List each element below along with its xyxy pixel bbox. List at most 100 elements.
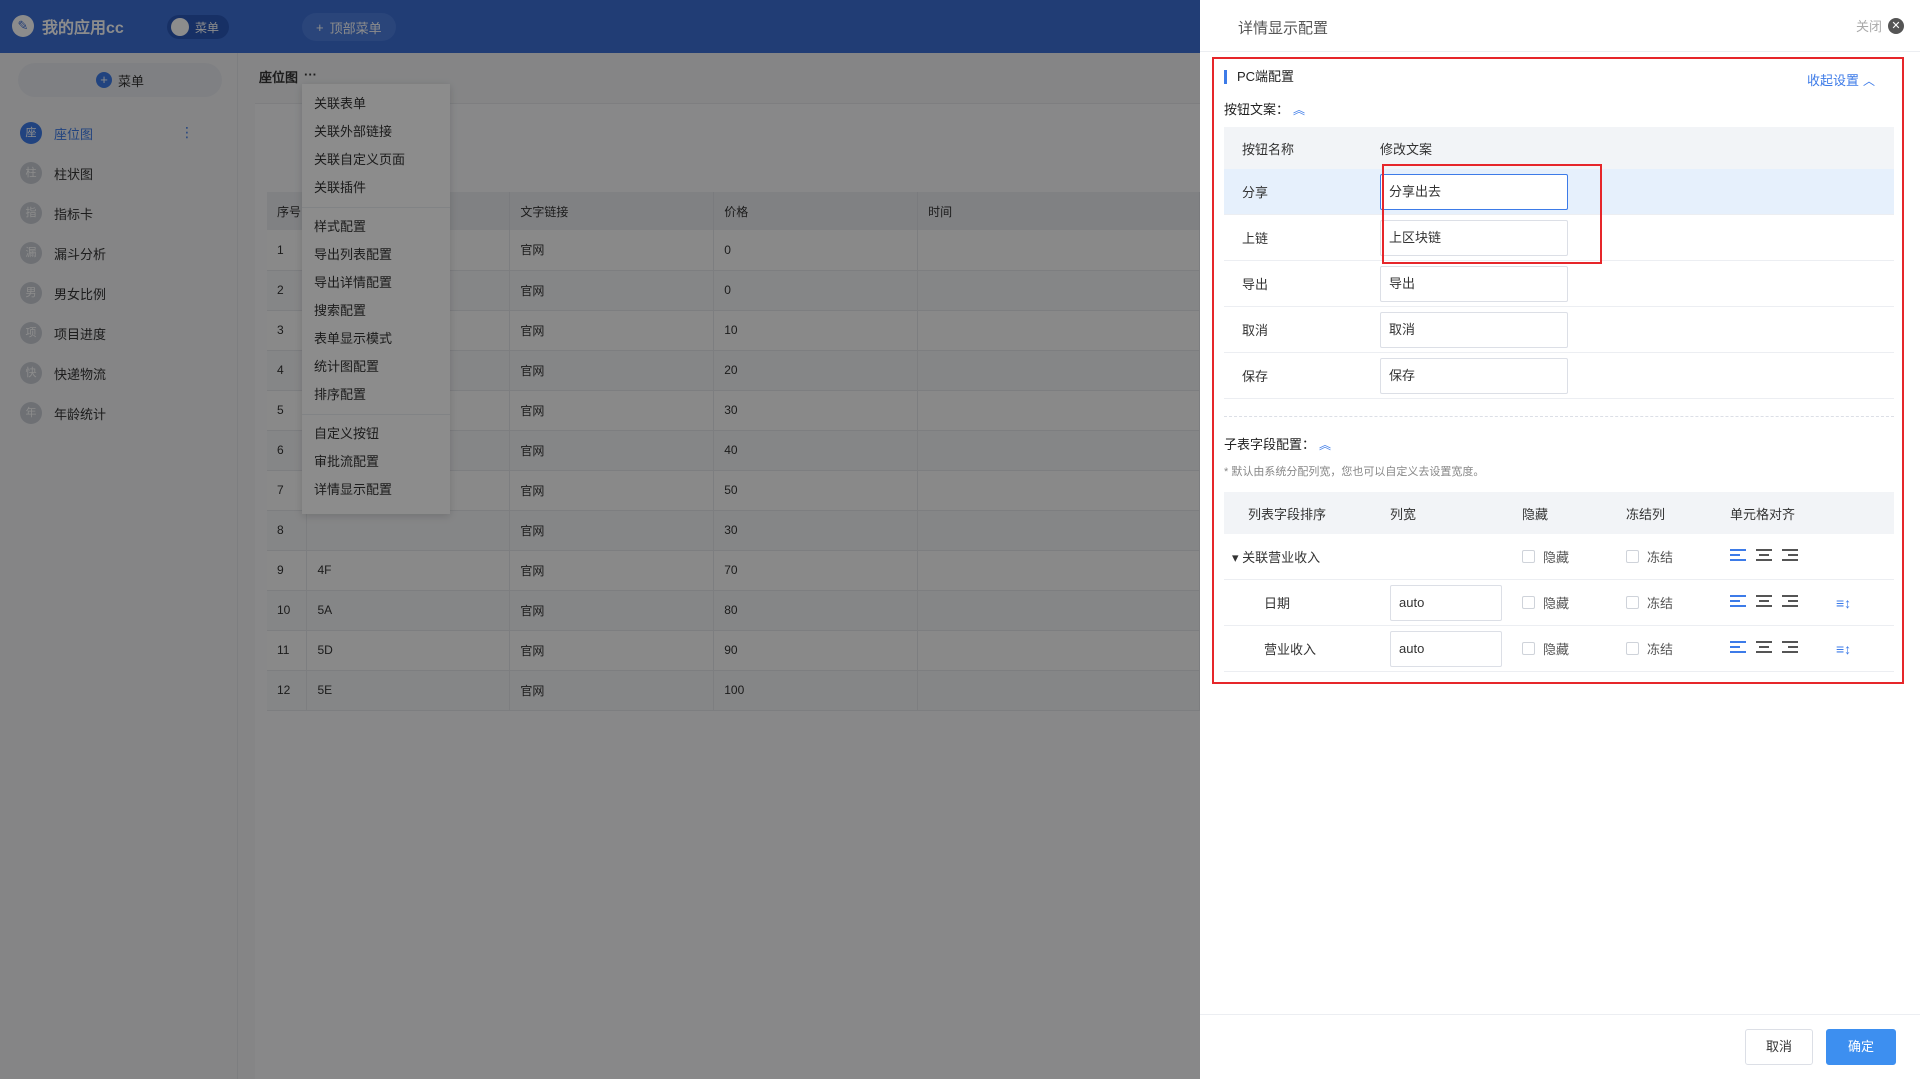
align-right-icon[interactable] [1782, 595, 1798, 607]
checkbox-label: 隐藏 [1543, 642, 1570, 657]
width-cell: auto [1390, 584, 1522, 621]
drawer-title: 详情显示配置 [1238, 20, 1329, 37]
sub-field-grid: 列表字段排序 列宽 隐藏 冻结列 单元格对齐 ▾ 关联营业收入 隐藏 冻结 日期 auto 隐藏冻… [1224, 492, 1894, 672]
checkbox-label: 冻结 [1647, 550, 1674, 565]
sub-header-cell: 列表字段排序 [1248, 506, 1327, 522]
close-icon: ✕ [1888, 17, 1904, 34]
checkbox-label: 隐藏 [1543, 596, 1570, 611]
checkbox[interactable] [1626, 550, 1639, 563]
field-name-cell: 日期 [1224, 593, 1390, 612]
sub-field-label[interactable]: 子表字段配置： ︽ [1224, 434, 1331, 453]
hide-checkbox[interactable]: 隐藏 [1522, 593, 1569, 612]
sub-field-parent-row: ▾ 关联营业收入 隐藏 冻结 [1224, 534, 1894, 580]
sort-cell: ≡↕ [1836, 595, 1894, 611]
section-title-pc: PC端配置 [1224, 70, 1294, 84]
drawer-footer: 取消 确定 [1200, 1014, 1920, 1079]
freeze-checkbox[interactable]: 冻结 [1626, 639, 1673, 658]
hide-cell: 隐藏 [1522, 639, 1626, 658]
checkbox-label: 隐藏 [1543, 550, 1570, 565]
header-edit-text: 修改文案 [1380, 141, 1433, 157]
caret-down-icon[interactable]: ▾ [1232, 550, 1242, 565]
field-name-cell: ▾ 关联营业收入 [1224, 547, 1390, 566]
align-left-icon[interactable] [1730, 641, 1746, 653]
sub-header-cell: 冻结列 [1626, 506, 1666, 522]
checkbox[interactable] [1522, 550, 1535, 563]
button-text-input[interactable]: 取消 [1380, 311, 1568, 348]
close-label: 关闭 [1855, 19, 1882, 34]
sub-grid-header: 列表字段排序 列宽 隐藏 冻结列 单元格对齐 [1224, 492, 1894, 534]
section-divider [1224, 416, 1894, 417]
button-text-row: 保存 保存 [1224, 353, 1894, 399]
drawer-header: 详情显示配置 关闭 ✕ [1200, 0, 1920, 52]
sub-header-cell: 单元格对齐 [1730, 506, 1796, 522]
sub-field-note: * 默认由系统分配列宽，您也可以自定义去设置宽度。 [1224, 466, 1485, 478]
freeze-cell: 冻结 [1626, 639, 1730, 658]
confirm-button[interactable]: 确定 [1826, 1029, 1896, 1065]
sort-icon[interactable]: ≡↕ [1836, 595, 1851, 611]
hide-checkbox[interactable]: 隐藏 [1522, 639, 1569, 658]
sort-cell: ≡↕ [1836, 641, 1894, 657]
cancel-button[interactable]: 取消 [1745, 1029, 1813, 1065]
chevron-up-icon: ︿ [1863, 74, 1876, 88]
field-name: 日期 [1264, 596, 1291, 611]
chevron-up-icon: ︽ [1293, 103, 1306, 117]
checkbox[interactable] [1522, 642, 1535, 655]
sub-field-title: 子表字段配置： [1224, 437, 1316, 452]
width-cell: auto [1390, 630, 1522, 667]
collapse-settings-link[interactable]: 收起设置 ︿ [1807, 70, 1875, 89]
checkbox[interactable] [1522, 596, 1535, 609]
align-center-icon[interactable] [1756, 595, 1772, 607]
checkbox[interactable] [1626, 596, 1639, 609]
detail-config-drawer: 详情显示配置 关闭 ✕ PC端配置 收起设置 ︿ 按钮文案： ︽ 按钮名称 修改文案… [1200, 0, 1920, 1079]
freeze-checkbox[interactable]: 冻结 [1626, 547, 1673, 566]
align-center-icon[interactable] [1756, 549, 1772, 561]
checkbox[interactable] [1626, 642, 1639, 655]
align-center-icon[interactable] [1756, 641, 1772, 653]
button-text-label[interactable]: 按钮文案： ︽ [1224, 99, 1305, 118]
align-cell [1730, 641, 1836, 656]
button-name: 保存 [1242, 369, 1269, 384]
align-cell [1730, 595, 1836, 610]
align-left-icon[interactable] [1730, 549, 1746, 561]
sub-field-row: 营业收入 auto 隐藏 冻结 ≡↕ [1224, 626, 1894, 672]
align-left-icon[interactable] [1730, 595, 1746, 607]
sub-header-cell: 列宽 [1390, 506, 1417, 522]
align-right-icon[interactable] [1782, 641, 1798, 653]
field-name-cell: 营业收入 [1224, 639, 1390, 658]
alignment-group [1730, 549, 1798, 561]
sort-icon[interactable]: ≡↕ [1836, 641, 1851, 657]
button-name: 导出 [1242, 277, 1269, 292]
header-button-name: 按钮名称 [1242, 141, 1295, 157]
checkbox-label: 冻结 [1647, 642, 1674, 657]
checkbox-label: 冻结 [1647, 596, 1674, 611]
button-name: 上链 [1242, 231, 1269, 246]
field-name: 关联营业收入 [1242, 550, 1321, 565]
button-text-title: 按钮文案： [1224, 102, 1290, 117]
button-text-row: 导出 导出 [1224, 261, 1894, 307]
button-name: 分享 [1242, 185, 1269, 200]
align-cell [1730, 549, 1836, 564]
freeze-checkbox[interactable]: 冻结 [1626, 593, 1673, 612]
button-text-input[interactable]: 保存 [1380, 357, 1568, 394]
collapse-label: 收起设置 [1807, 73, 1860, 88]
app-background: ✎ 我的应用cc 菜单 + 顶部菜单 + 菜单 座座位图 ⋮ 柱柱状图指指标卡漏漏斗… [0, 0, 1200, 1079]
column-width-input[interactable]: auto [1390, 630, 1502, 667]
align-right-icon[interactable] [1782, 549, 1798, 561]
alignment-group [1730, 641, 1798, 653]
freeze-cell: 冻结 [1626, 547, 1730, 566]
sub-header-cell: 隐藏 [1522, 506, 1549, 522]
hide-cell: 隐藏 [1522, 593, 1626, 612]
freeze-cell: 冻结 [1626, 593, 1730, 612]
button-name: 取消 [1242, 323, 1269, 338]
highlight-frame-inputs [1382, 164, 1602, 264]
button-text-input[interactable]: 导出 [1380, 265, 1568, 302]
alignment-group [1730, 595, 1798, 607]
hide-cell: 隐藏 [1522, 547, 1626, 566]
close-button[interactable]: 关闭 ✕ [1856, 16, 1904, 35]
grid-header: 按钮名称 修改文案 [1224, 127, 1894, 169]
modal-overlay[interactable] [0, 0, 1200, 1079]
column-width-input[interactable]: auto [1390, 584, 1502, 621]
sub-field-row: 日期 auto 隐藏 冻结 ≡↕ [1224, 580, 1894, 626]
chevron-up-icon: ︽ [1319, 438, 1332, 452]
hide-checkbox[interactable]: 隐藏 [1522, 547, 1569, 566]
